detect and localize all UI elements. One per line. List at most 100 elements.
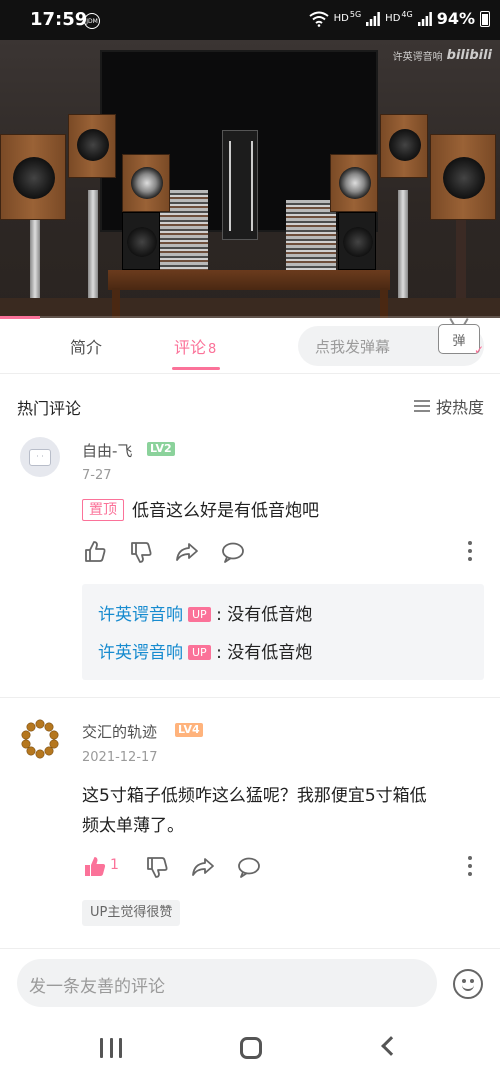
bilibili-tv-icon: · · — [29, 448, 51, 466]
liked-icon[interactable] — [82, 854, 108, 880]
like-count: 1 — [110, 857, 119, 873]
reply-username[interactable]: 许英谔音响 — [98, 643, 183, 663]
comment-username[interactable]: 交汇的轨迹 — [82, 721, 157, 742]
comment-input-bar: 发一条友善的评论 — [0, 948, 500, 1016]
tab-comments[interactable]: 评论 8 — [174, 334, 216, 358]
network-1-label: HD — [333, 13, 349, 24]
like-icon[interactable] — [82, 539, 108, 565]
comment-item: · · 自由-飞 LV2 7-27 置顶 低音这么好是有低音炮吧 许英谔音响 UP … — [0, 432, 500, 697]
avatar[interactable]: · · — [20, 437, 60, 477]
video-player[interactable]: 许英谔音响 bilibili — [0, 40, 500, 318]
sort-button[interactable]: 按热度 — [413, 394, 484, 418]
recents-icon[interactable] — [100, 1038, 122, 1058]
tab-intro[interactable]: 简介 — [70, 334, 102, 358]
wifi-icon — [309, 11, 329, 27]
speaker-left-top — [68, 114, 116, 178]
comment-date: 7-27 — [82, 468, 112, 483]
watermark-text: 许英谔音响 — [392, 52, 443, 63]
danmaku-placeholder: 点我发弹幕 — [315, 338, 391, 356]
comment-date: 2021-12-17 — [82, 750, 158, 765]
speaker-far-right — [430, 134, 496, 220]
replies-box[interactable]: 许英谔音响 UP : 没有低音炮 许英谔音响 UP : 没有低音炮 — [82, 584, 484, 680]
video-floor — [0, 298, 500, 318]
comment-text-line: 这5寸箱子低频咋这么猛呢？我那便宜5寸箱低 — [82, 786, 427, 806]
avatar[interactable] — [20, 719, 60, 759]
speaker-left-mid — [122, 154, 170, 212]
speaker-right-low — [338, 212, 376, 270]
level-badge: LV2 — [147, 442, 175, 456]
check-icon: ✓ — [473, 343, 484, 357]
home-icon[interactable] — [240, 1037, 262, 1059]
comment-input[interactable]: 发一条友善的评论 — [17, 959, 437, 1007]
comment-placeholder: 发一条友善的评论 — [29, 977, 165, 997]
speaker-left-low — [122, 212, 160, 270]
emoji-icon[interactable] — [453, 969, 483, 999]
reply-username[interactable]: 许英谔音响 — [98, 605, 183, 625]
status-time: 17:59 — [30, 9, 88, 30]
hot-comments-header: 热门评论 按热度 — [0, 390, 500, 420]
reply-text: : 没有低音炮 — [216, 643, 313, 663]
sort-label: 按热度 — [435, 398, 484, 417]
bilibili-logo: bilibili — [446, 48, 492, 63]
speaker-right-top — [380, 114, 428, 178]
shelf-leg-right — [380, 288, 388, 318]
status-icons: HD 5G HD 4G 94% — [309, 9, 490, 28]
tab-comments-count: 8 — [208, 342, 217, 357]
comment-actions — [82, 539, 482, 565]
up-liked-badge: UP主觉得很赞 — [82, 900, 181, 926]
speaker-stand-right — [456, 218, 466, 298]
up-badge: UP — [188, 645, 211, 660]
video-amplifier — [222, 130, 258, 240]
battery-icon — [480, 10, 490, 27]
back-icon[interactable] — [381, 1036, 401, 1056]
share-icon[interactable] — [190, 854, 216, 880]
comment-content[interactable]: 这5寸箱子低频咋这么猛呢？我那便宜5寸箱低 频太单薄了。 — [82, 781, 492, 841]
pinned-tag: 置顶 — [82, 499, 124, 521]
speaker-far-left — [0, 134, 66, 220]
tab-active-underline — [172, 367, 220, 370]
network-2-label: HD — [385, 13, 401, 24]
cd-stack-right — [286, 200, 336, 270]
hot-comments-title: 热门评论 — [17, 399, 82, 418]
speaker-stand-left-2 — [88, 190, 98, 298]
danmaku-button-label: 弹 — [452, 333, 466, 349]
reply-item: 许英谔音响 UP : 没有低音炮 — [98, 638, 312, 663]
shelf-leg-left — [112, 288, 120, 318]
tab-row: 简介 评论 8 点我发弹幕 弹 ✓ — [0, 319, 500, 374]
status-bar: 17:59 JDM HD 5G HD 4G 94% — [0, 0, 500, 40]
signal-2-icon — [417, 11, 432, 26]
comment-divider — [0, 697, 500, 698]
speaker-stand-left — [30, 218, 40, 298]
carrier-badge-icon: JDM — [84, 13, 100, 29]
comment-username[interactable]: 自由-飞 — [82, 440, 132, 461]
reply-icon[interactable] — [236, 854, 262, 880]
comment-actions: 1 — [82, 854, 482, 880]
network-1-sub: 5G — [349, 10, 362, 19]
level-badge: LV4 — [175, 723, 203, 737]
speaker-right-mid — [330, 154, 378, 212]
comment-item: 交汇的轨迹 LV4 2021-12-17 这5寸箱子低频咋这么猛呢？我那便宜5寸… — [0, 713, 500, 943]
tab-comments-label: 评论 — [174, 338, 207, 357]
system-nav-bar — [0, 1016, 500, 1083]
up-badge: UP — [188, 607, 211, 622]
dislike-icon[interactable] — [144, 854, 170, 880]
reply-item: 许英谔音响 UP : 没有低音炮 — [98, 600, 312, 625]
signal-1-icon — [366, 11, 381, 26]
comment-text: 低音这么好是有低音炮吧 — [132, 501, 319, 521]
dislike-icon[interactable] — [128, 539, 154, 565]
comment-text-line: 频太单薄了。 — [82, 816, 184, 836]
danmaku-toggle-button[interactable]: 弹 ✓ — [438, 324, 484, 357]
video-shelf — [108, 270, 390, 290]
video-watermark: 许英谔音响 bilibili — [393, 48, 492, 63]
more-options-icon[interactable] — [468, 856, 472, 876]
comment-content[interactable]: 置顶 低音这么好是有低音炮吧 — [82, 496, 319, 526]
beads-avatar-icon — [21, 719, 59, 759]
reply-icon[interactable] — [220, 539, 246, 565]
share-icon[interactable] — [174, 539, 200, 565]
battery-level: 94% — [436, 9, 475, 28]
menu-icon — [413, 400, 430, 412]
speaker-stand-right-2 — [398, 190, 408, 298]
network-2-sub: 4G — [401, 10, 413, 19]
more-options-icon[interactable] — [468, 541, 472, 561]
reply-text: : 没有低音炮 — [216, 605, 313, 625]
